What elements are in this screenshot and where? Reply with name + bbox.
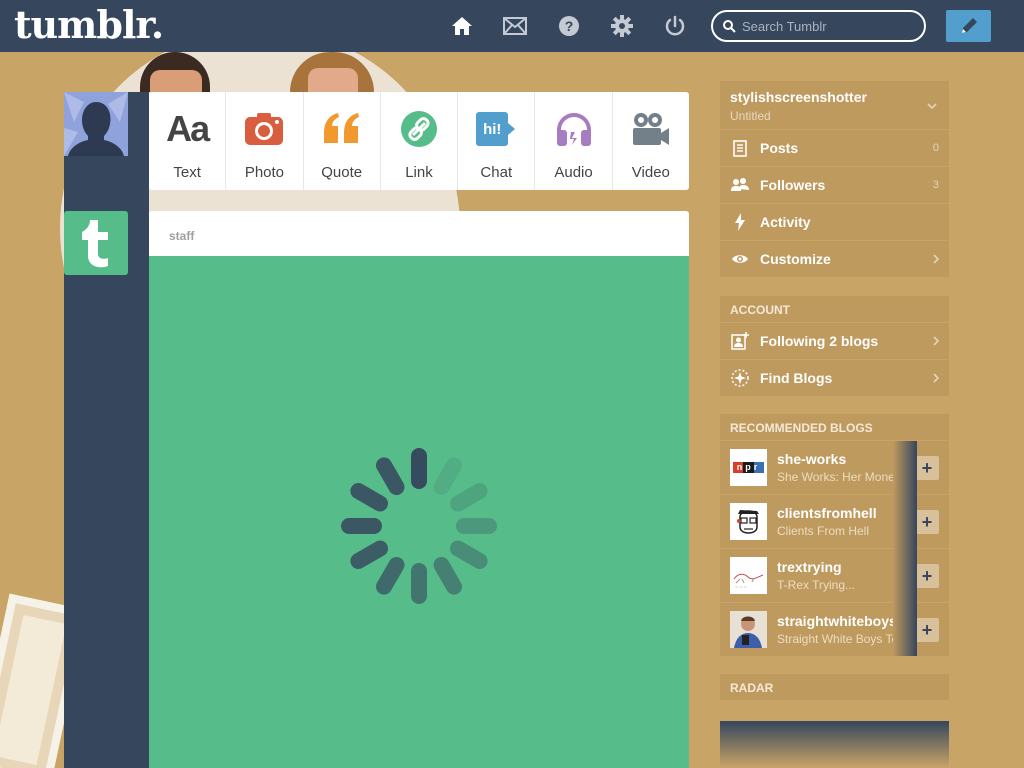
follow-plus-icon[interactable]: + (915, 510, 939, 534)
sidebar-item-posts[interactable]: Posts 0 (720, 129, 949, 166)
chevron-down-icon (927, 103, 937, 109)
blog-name: stylishscreenshotter (730, 89, 867, 105)
following-icon (730, 332, 750, 350)
post-type-label: Text (173, 164, 201, 181)
svg-text:~ ~ ~: ~ ~ ~ (735, 585, 747, 591)
quote-icon (322, 110, 362, 148)
post-type-video[interactable]: Video (611, 92, 689, 190)
blog-description: Straight White Boys Texting (777, 632, 907, 646)
sidebar-item-label: Followers (760, 177, 826, 193)
dashboard-left-strip (64, 92, 149, 768)
radar-post-preview[interactable] (720, 721, 949, 768)
blog-name: clientsfromhell (777, 505, 877, 521)
recommended-scroll-shade (893, 441, 917, 656)
radar-heading: RADAR (720, 674, 949, 700)
sidebar-item-activity[interactable]: Activity (720, 203, 949, 240)
blog-avatar (730, 503, 767, 540)
chevron-right-icon (933, 373, 939, 383)
post-type-quote[interactable]: Quote (302, 92, 380, 190)
top-navigation-bar: tumblr. ? (0, 0, 1024, 52)
video-camera-icon (631, 110, 671, 148)
post-header: staff (149, 211, 689, 256)
sidebar-item-find-blogs[interactable]: Find Blogs (720, 359, 949, 396)
headphones-icon (555, 110, 593, 148)
blog-avatar: npr (730, 449, 767, 486)
post-type-link[interactable]: Link (379, 92, 457, 190)
posts-icon (730, 139, 750, 157)
blog-description: Clients From Hell (777, 524, 870, 538)
lightning-icon (730, 213, 750, 231)
compass-icon (730, 369, 750, 387)
sidebar-item-label: Following 2 blogs (760, 333, 879, 349)
blog-title[interactable]: stylishscreenshotter Untitled (720, 81, 949, 129)
background-photo-face (150, 70, 202, 94)
search-box[interactable] (711, 10, 926, 42)
blog-name: trextrying (777, 559, 842, 575)
sidebar-item-label: Activity (760, 214, 811, 230)
blog-avatar (730, 611, 767, 648)
post-author[interactable]: staff (169, 229, 194, 243)
blog-description: T-Rex Trying... (777, 578, 856, 592)
post-type-label: Audio (554, 164, 593, 181)
sidebar-item-label: Find Blogs (760, 370, 833, 386)
follow-plus-icon[interactable]: + (915, 456, 939, 480)
pencil-icon (961, 18, 977, 33)
help-icon[interactable]: ? (557, 14, 581, 38)
post-type-audio[interactable]: Audio (534, 92, 611, 190)
chevron-right-icon (933, 254, 939, 264)
user-avatar[interactable] (64, 92, 128, 156)
search-input[interactable] (742, 18, 912, 34)
link-icon (400, 110, 438, 148)
compose-button[interactable] (946, 10, 991, 42)
sidebar-item-label: Posts (760, 140, 799, 156)
posts-count: 0 (932, 142, 939, 154)
sidebar-item-followers[interactable]: Followers 3 (720, 166, 949, 203)
tumblr-logo[interactable]: tumblr. (14, 2, 164, 47)
post-type-photo[interactable]: Photo (225, 92, 302, 190)
blog-menu: stylishscreenshotter Untitled Posts 0 Fo… (720, 81, 949, 277)
followers-count: 3 (932, 179, 939, 191)
follow-plus-icon[interactable]: + (915, 618, 939, 642)
post-type-label: Link (405, 164, 433, 181)
follow-plus-icon[interactable]: + (915, 564, 939, 588)
blog-avatar: ~ ~ ~ (730, 557, 767, 594)
post-type-label: Chat (480, 164, 513, 181)
gear-icon[interactable] (610, 14, 634, 38)
post-body (149, 256, 689, 768)
account-menu: ACCOUNT Following 2 blogs Find Blogs (720, 296, 949, 396)
chat-icon: hi! (476, 110, 516, 148)
post-type-label: Quote (321, 164, 363, 181)
blog-name: she-works (777, 451, 847, 467)
sidebar-item-following[interactable]: Following 2 blogs (720, 322, 949, 359)
post-type-label: Video (631, 164, 670, 181)
blog-name: straightwhiteboys (777, 613, 897, 629)
sidebar-item-label: Customize (760, 251, 831, 267)
post-type-label: Photo (244, 164, 285, 181)
blog-subtitle: Untitled (730, 109, 771, 123)
search-icon (723, 19, 736, 33)
post-type-text[interactable]: Aa Text (149, 92, 225, 190)
account-heading: ACCOUNT (730, 303, 790, 317)
post-type-chat[interactable]: hi! Chat (457, 92, 534, 190)
background-photo-face (308, 68, 358, 94)
mail-icon[interactable] (503, 14, 527, 38)
text-icon: Aa (166, 108, 210, 149)
post-type-bar: Aa Text Photo Quote Link hi! Chat Audio … (149, 92, 689, 190)
chevron-right-icon (933, 336, 939, 346)
recommended-heading: RECOMMENDED BLOGS (730, 421, 873, 435)
staff-avatar[interactable] (64, 211, 128, 275)
sidebar-item-customize[interactable]: Customize (720, 240, 949, 277)
loading-spinner-icon (341, 448, 497, 604)
blog-description: She Works: Her Money (777, 470, 901, 484)
power-icon[interactable] (663, 14, 687, 38)
eye-icon (730, 253, 750, 265)
home-icon[interactable] (450, 14, 474, 38)
svg-text:?: ? (565, 18, 574, 34)
camera-icon (245, 110, 284, 148)
followers-icon (730, 178, 750, 192)
